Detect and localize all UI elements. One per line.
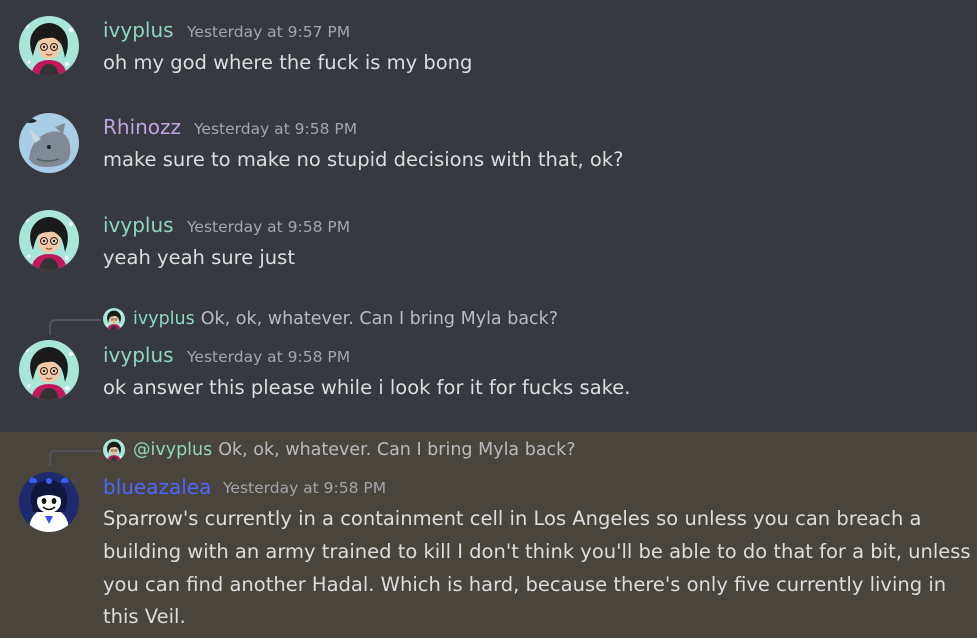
- author-name[interactable]: ivyplus: [103, 213, 174, 237]
- timestamp: Yesterday at 9:58 PM: [187, 348, 351, 366]
- author-name[interactable]: ivyplus: [103, 18, 174, 42]
- reply-connector: [49, 450, 101, 466]
- reply-reference[interactable]: @ivyplus Ok, ok, whatever. Can I bring M…: [103, 439, 576, 461]
- message-text: oh my god where the fuck is my bong: [103, 51, 473, 74]
- ivyplus-avatar-icon: [19, 210, 79, 270]
- chat-messages: ivyplus Yesterday at 9:57 PM oh my god w…: [0, 0, 977, 638]
- reply-author[interactable]: @ivyplus: [133, 439, 212, 461]
- message-text: ok answer this please while i look for i…: [103, 376, 631, 399]
- rhinozz-avatar-icon: [19, 113, 79, 173]
- reply-reference[interactable]: ivyplus Ok, ok, whatever. Can I bring My…: [103, 308, 558, 330]
- message-text-line: building with an army trained to kill I …: [103, 540, 971, 563]
- timestamp: Yesterday at 9:58 PM: [223, 479, 387, 497]
- reply-avatar: [103, 308, 125, 330]
- avatar[interactable]: [19, 113, 79, 173]
- reply-avatar: [103, 439, 125, 461]
- timestamp: Yesterday at 9:58 PM: [187, 218, 351, 236]
- avatar[interactable]: [19, 340, 79, 400]
- blueazalea-avatar-icon: [19, 472, 79, 532]
- avatar[interactable]: [19, 16, 79, 76]
- ivyplus-avatar-icon: [103, 308, 125, 330]
- timestamp: Yesterday at 9:57 PM: [187, 23, 351, 41]
- message-text-line: you can find another Hadal. Which is har…: [103, 573, 947, 596]
- ivyplus-avatar-icon: [19, 16, 79, 76]
- author-name[interactable]: blueazalea: [103, 475, 211, 499]
- message-text: make sure to make no stupid decisions wi…: [103, 148, 624, 171]
- author-name[interactable]: Rhinozz: [103, 115, 181, 139]
- message-text-line: this Veil.: [103, 605, 186, 628]
- avatar[interactable]: [19, 210, 79, 270]
- reply-author[interactable]: ivyplus: [133, 308, 195, 330]
- ivyplus-avatar-icon: [103, 439, 125, 461]
- avatar[interactable]: [19, 472, 79, 532]
- ivyplus-avatar-icon: [19, 340, 79, 400]
- timestamp: Yesterday at 9:58 PM: [194, 120, 358, 138]
- message-text: yeah yeah sure just: [103, 246, 295, 269]
- reply-text[interactable]: Ok, ok, whatever. Can I bring Myla back?: [201, 308, 558, 330]
- reply-connector: [49, 319, 101, 335]
- message-text-line: Sparrow's currently in a containment cel…: [103, 507, 922, 530]
- reply-text[interactable]: Ok, ok, whatever. Can I bring Myla back?: [218, 439, 575, 461]
- author-name[interactable]: ivyplus: [103, 343, 174, 367]
